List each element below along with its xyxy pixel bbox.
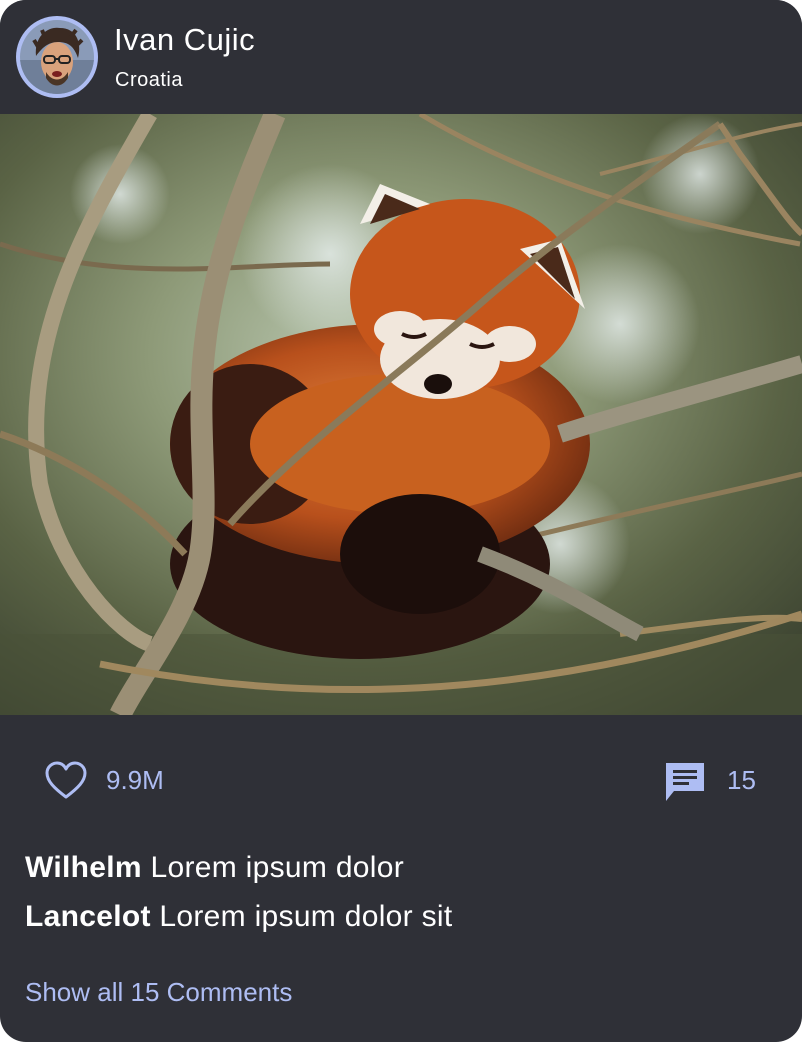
likes-count: 9.9M — [106, 765, 164, 795]
comment-user[interactable]: Lancelot — [25, 900, 151, 933]
show-all-comments-link[interactable]: Show all 15 Comments — [25, 977, 292, 1008]
comment-text: Lorem ipsum dolor — [150, 851, 405, 884]
post-header: Ivan Cujic Croatia — [0, 0, 802, 114]
user-avatar-icon — [20, 20, 94, 94]
post-actions: 9.9M 15 — [0, 715, 802, 845]
post-card: Ivan Cujic Croatia 9.9M 15 Wilhelm Lorem… — [0, 0, 802, 1042]
avatar[interactable] — [16, 16, 98, 98]
chat-bubble-icon[interactable] — [662, 759, 708, 805]
comment-item: Lancelot Lorem ipsum dolor sit — [25, 900, 452, 934]
post-photo[interactable] — [0, 114, 802, 715]
comment-item: Wilhelm Lorem ipsum dolor — [25, 851, 404, 885]
heart-outline-icon[interactable] — [44, 759, 88, 803]
comment-text: Lorem ipsum dolor sit — [159, 900, 453, 933]
author-name[interactable]: Ivan Cujic — [114, 22, 255, 58]
comment-user[interactable]: Wilhelm — [25, 851, 142, 884]
author-location: Croatia — [115, 69, 183, 91]
comments-count: 15 — [727, 765, 756, 795]
